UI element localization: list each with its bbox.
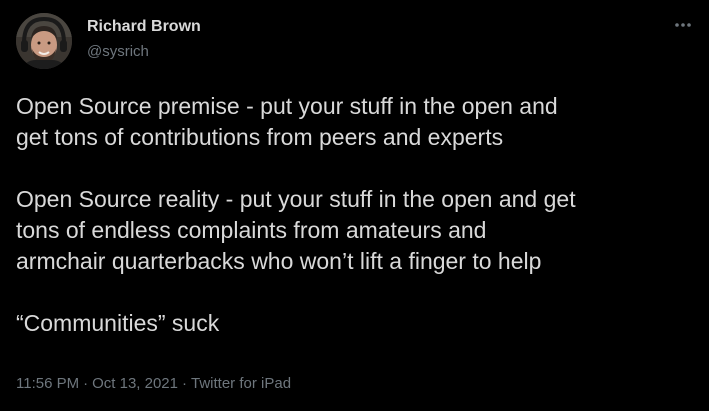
tweet-text-line: tons of endless complaints from amateurs… [16,217,487,243]
tweet-text-line: get tons of contributions from peers and… [16,124,504,150]
author-name[interactable]: Richard Brown [87,18,201,36]
tweet-text-line: Open Source reality - put your stuff in … [16,186,576,212]
meta-separator: · [83,375,89,392]
tweet-date[interactable]: Oct 13, 2021 [92,375,178,392]
more-options-button[interactable] [668,14,698,36]
tweet-source[interactable]: Twitter for iPad [191,375,291,392]
more-dots-icon [675,23,691,27]
tweet-text-line: armchair quarterbacks who won’t lift a f… [16,248,542,274]
tweet-card: Richard Brown @sysrich Open Source premi… [0,0,709,411]
profile-avatar-icon [16,13,72,69]
meta-separator: · [182,375,187,392]
tweet-time[interactable]: 11:56 PM [16,375,79,392]
avatar[interactable] [16,13,72,69]
tweet-text-line: “Communities” suck [16,310,220,336]
author-handle[interactable]: @sysrich [87,43,149,60]
tweet-text: Open Source premise - put your stuff in … [16,91,704,339]
tweet-metadata: 11:56 PM · Oct 13, 2021 · Twitter for iPad [16,375,291,392]
tweet-text-line: Open Source premise - put your stuff in … [16,93,558,119]
